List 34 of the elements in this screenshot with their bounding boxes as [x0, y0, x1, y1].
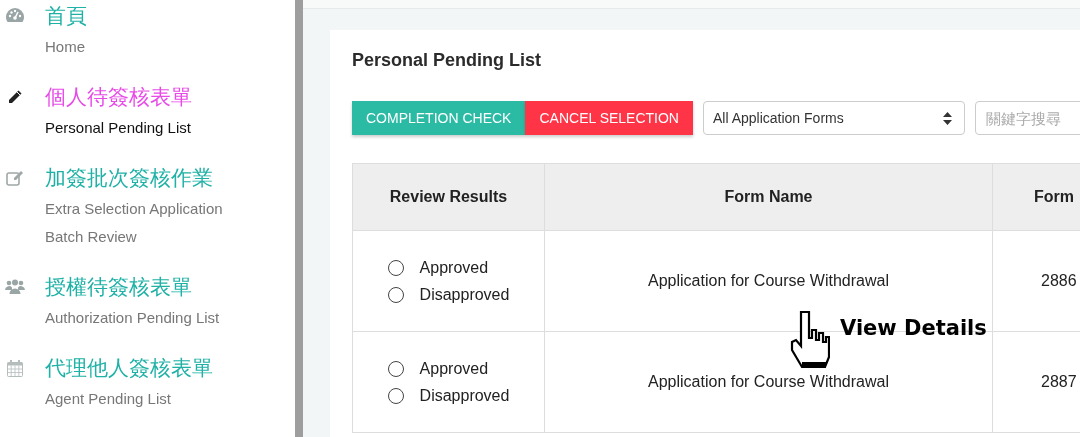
dashboard-icon	[6, 8, 24, 22]
column-header: Form	[1034, 188, 1074, 205]
radio-label[interactable]: Approved	[419, 359, 489, 378]
menu-item-subtitle[interactable]: Authorization Pending List	[45, 304, 220, 332]
form-filter-dropdown[interactable]: All Application Forms	[703, 101, 965, 135]
menu-item-title[interactable]: 授權待簽核表單	[45, 273, 192, 301]
table-cell: Application for Course Withdrawal	[648, 272, 889, 289]
cancel-button[interactable]: CANCEL SELECTION	[525, 101, 693, 135]
radio-label[interactable]: Disapproved	[419, 285, 510, 304]
table-cell: 2887	[1041, 373, 1077, 390]
tooltip-text: View Details	[840, 316, 987, 340]
pencil-icon	[7, 89, 23, 105]
search-field[interactable]: 關鍵字搜尋	[975, 101, 1080, 135]
check-button[interactable]: COMPLETION CHECK	[352, 101, 526, 135]
edit-icon	[6, 170, 24, 186]
column-header: Review Results	[389, 188, 508, 205]
card-title: Personal Pending List	[352, 49, 543, 72]
menu-item-subtitle[interactable]: Extra Selection Application Batch Review	[45, 195, 260, 251]
menu-item-title[interactable]: 代理他人簽核表單	[45, 354, 213, 382]
menu-item-subtitle[interactable]: Home	[45, 33, 85, 61]
menu-item-subtitle[interactable]: Agent Pending List	[45, 385, 171, 413]
menu-item-subtitle[interactable]: Personal Pending List	[45, 114, 191, 142]
users-icon	[5, 279, 25, 294]
menu-item-title[interactable]: 加簽批次簽核作業	[45, 164, 213, 192]
table-cell: 2886	[1041, 272, 1077, 289]
hand-cursor-icon	[790, 310, 830, 370]
menu-item-title[interactable]: 個人待簽核表單	[45, 83, 192, 111]
column-header: Form Name	[724, 188, 813, 205]
table-cell: Application for Course Withdrawal	[648, 373, 889, 390]
radio-label[interactable]: Approved	[419, 258, 489, 277]
calendar-icon	[7, 360, 23, 377]
menu-item-title[interactable]: 首頁	[45, 2, 87, 30]
sort-caret-icon	[943, 111, 952, 125]
radio-label[interactable]: Disapproved	[419, 386, 510, 405]
